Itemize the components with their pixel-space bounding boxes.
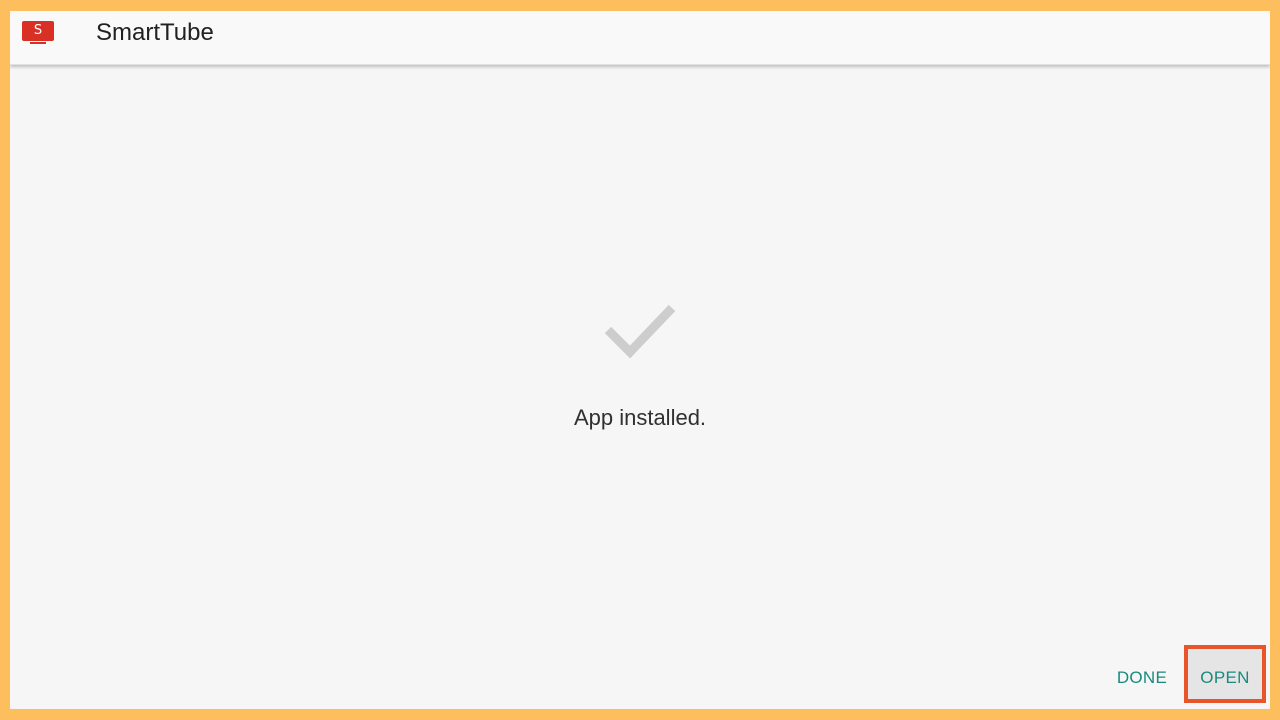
app-bar: S SmartTube [10,11,1270,65]
app-logo-stand [30,42,46,44]
done-button[interactable]: DONE [1107,665,1177,691]
install-status-text: App installed. [573,405,707,430]
app-logo-letter: S [22,21,54,41]
app-logo-icon: S [22,21,54,45]
open-button[interactable]: OPEN [1184,645,1266,703]
app-title: SmartTube [96,19,214,46]
install-dialog: S SmartTube App installed. DONE OPEN [10,11,1270,709]
checkmark-icon [604,304,676,359]
